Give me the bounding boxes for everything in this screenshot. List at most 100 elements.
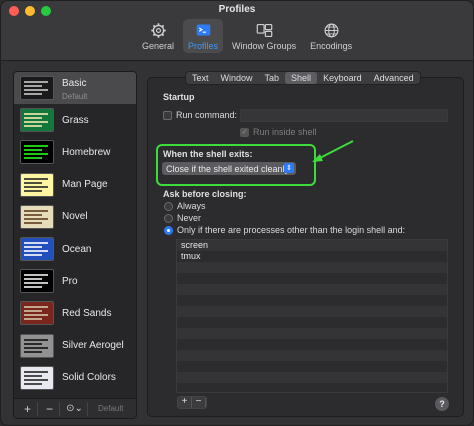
profile-default-tag: Default [62, 92, 88, 101]
globe-icon [324, 23, 339, 38]
tab-shell[interactable]: Shell [285, 72, 318, 84]
profile-name: Basic [62, 77, 87, 89]
profile-list: Basic Default Grass Homebrew Man Page Novel Oc… [13, 71, 137, 419]
ask-before-closing-heading: Ask before closing: [163, 189, 247, 199]
preferences-toolbar: General Profiles Window Groups Encodings [137, 19, 357, 53]
run-command-row: Run command: [163, 110, 237, 120]
shell-exit-heading: When the shell exits: [163, 149, 253, 159]
table-row [177, 317, 447, 328]
profile-preview-icon [20, 172, 54, 197]
window-groups-icon [256, 23, 272, 38]
tab-keyboard[interactable]: Keyboard [317, 72, 368, 84]
table-row [177, 328, 447, 339]
table-row [177, 284, 447, 295]
profile-actions-menu[interactable]: ⊙⌄ [62, 401, 88, 416]
profile-name: Man Page [62, 179, 108, 191]
process-list-controls: + − [177, 396, 207, 409]
add-profile-button[interactable]: + [18, 401, 38, 416]
table-row[interactable]: screen [177, 240, 447, 251]
profile-preview-icon [20, 301, 54, 326]
tab-tab[interactable]: Tab [259, 72, 286, 84]
profile-item[interactable]: Red Sands [14, 297, 136, 329]
toolbar-window-groups[interactable]: Window Groups [227, 19, 301, 53]
profile-name: Pro [62, 275, 78, 287]
table-row [177, 372, 447, 383]
run-inside-shell-label: Run inside shell [253, 127, 317, 137]
profile-preview-icon [20, 204, 54, 229]
table-row [177, 350, 447, 361]
table-row[interactable]: tmux [177, 251, 447, 262]
profile-preview-icon [20, 108, 54, 133]
help-button[interactable]: ? [435, 397, 449, 411]
remove-profile-button[interactable]: − [40, 401, 60, 416]
run-command-input[interactable] [240, 109, 448, 122]
profile-preview-icon [20, 237, 54, 262]
title-bar: Profiles General Profiles Window Groups … [1, 1, 473, 61]
profile-item[interactable]: Basic Default [14, 72, 136, 105]
profiles-window: Profiles General Profiles Window Groups … [0, 0, 474, 426]
radio-only-if-label: Only if there are processes other than t… [177, 225, 406, 235]
profile-name: Ocean [62, 243, 92, 255]
radio-never[interactable] [164, 213, 173, 223]
gear-icon [150, 23, 166, 38]
profile-name: Silver Aerogel [62, 340, 124, 352]
toolbar-profiles-label: Profiles [188, 41, 219, 51]
table-row [177, 339, 447, 350]
profile-item[interactable]: Solid Colors [14, 362, 136, 394]
radio-only-if-row: Only if there are processes other than t… [164, 225, 405, 235]
radio-always-row: Always [164, 201, 206, 211]
startup-heading: Startup [163, 92, 195, 102]
chevron-updown-icon: ⇕ [284, 163, 294, 173]
profiles-icon [196, 24, 210, 36]
toolbar-profiles[interactable]: Profiles [183, 19, 224, 53]
run-command-checkbox[interactable] [163, 110, 172, 120]
remove-process-button[interactable]: − [192, 397, 206, 408]
add-process-button[interactable]: + [178, 397, 192, 408]
table-row [177, 361, 447, 372]
toolbar-general[interactable]: General [137, 19, 179, 53]
tab-window[interactable]: Window [215, 72, 259, 84]
profile-item[interactable]: Ocean [14, 233, 136, 265]
radio-always-label: Always [177, 201, 206, 211]
profile-item[interactable]: Homebrew [14, 136, 136, 168]
profile-name: Solid Colors [62, 372, 116, 384]
run-inside-shell-checkbox[interactable]: ✓ [240, 127, 249, 137]
profile-name: Novel [62, 211, 88, 223]
profile-item[interactable]: Silver Aerogel [14, 330, 136, 362]
table-row [177, 295, 447, 306]
profile-name: Red Sands [62, 307, 112, 319]
set-default-button[interactable]: Default [98, 404, 123, 413]
profile-preview-icon [20, 333, 54, 358]
profile-item[interactable]: Grass [14, 104, 136, 136]
radio-never-row: Never [164, 213, 201, 223]
profile-preview-icon [20, 365, 54, 390]
table-row [177, 306, 447, 317]
radio-always[interactable] [164, 201, 173, 211]
table-row [177, 383, 447, 392]
profile-name: Grass [62, 114, 89, 126]
shell-exit-selected-value: Close if the shell exited cleanly [166, 163, 290, 174]
process-list[interactable]: screen tmux [176, 239, 448, 393]
tab-text[interactable]: Text [186, 72, 215, 84]
radio-never-label: Never [177, 213, 202, 223]
run-inside-shell-row: ✓ Run inside shell [240, 127, 317, 137]
profile-preview-icon [20, 269, 54, 294]
settings-tabs: Text Window Tab Shell Keyboard Advanced [185, 71, 421, 85]
profile-list-controls: + − ⊙⌄ Default [14, 398, 136, 418]
annotation-arrow-icon [312, 140, 354, 162]
table-row [177, 262, 447, 273]
window-title: Profiles [218, 4, 256, 15]
toolbar-window-groups-label: Window Groups [232, 41, 297, 51]
profile-item[interactable]: Novel [14, 201, 136, 233]
profile-item[interactable]: Pro [14, 265, 136, 297]
tab-advanced[interactable]: Advanced [368, 72, 420, 84]
profile-name: Homebrew [62, 146, 111, 158]
radio-only-if-processes[interactable] [164, 225, 173, 235]
profile-preview-icon [20, 76, 54, 101]
shell-exit-select[interactable]: Close if the shell exited cleanly ⇕ [162, 162, 296, 175]
profile-preview-icon [20, 140, 54, 165]
profile-item[interactable]: Man Page [14, 169, 136, 201]
run-command-label: Run command: [176, 110, 238, 120]
toolbar-encodings[interactable]: Encodings [305, 19, 357, 53]
toolbar-general-label: General [142, 41, 175, 51]
